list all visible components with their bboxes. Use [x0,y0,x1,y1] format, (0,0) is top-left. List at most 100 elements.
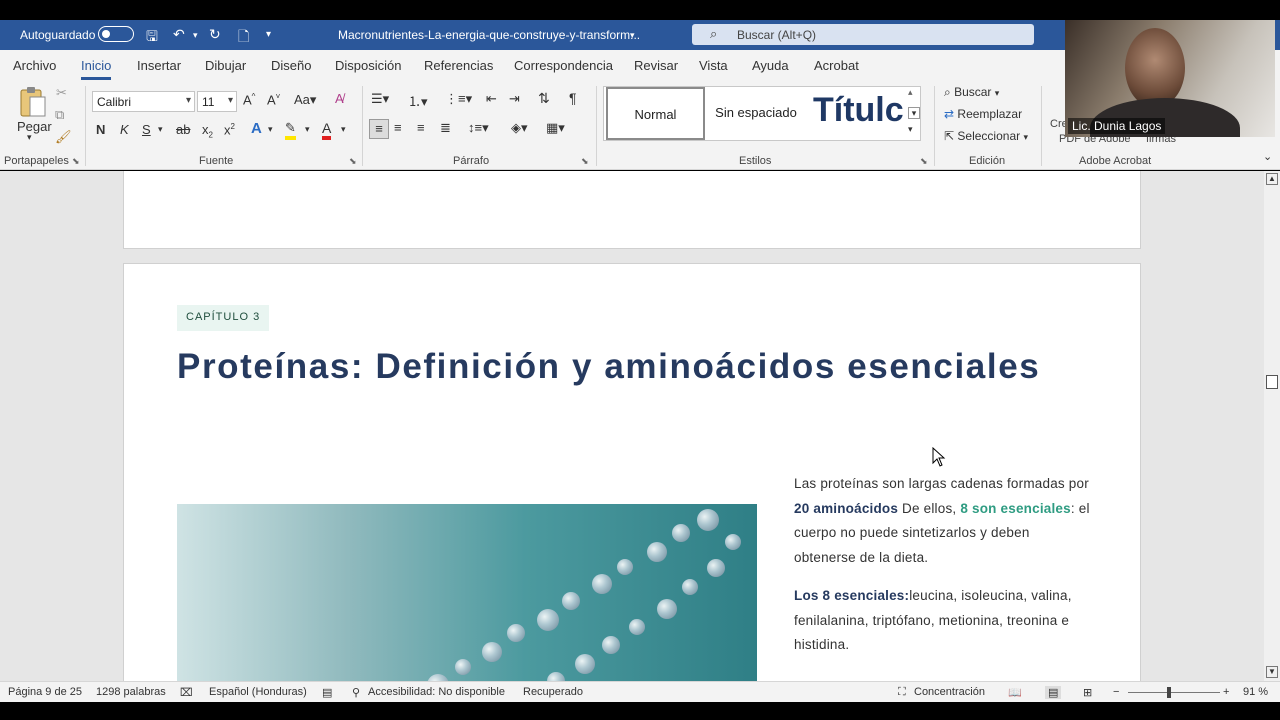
paste-dropdown-icon[interactable]: ▾ [27,132,32,143]
tab-dibujar[interactable]: Dibujar [205,58,246,73]
tab-inicio[interactable]: Inicio [81,58,112,80]
multilevel-list-icon[interactable]: ⋮≡▾ [445,91,472,107]
highlight-dropdown-icon[interactable]: ▾ [305,124,310,135]
focus-mode[interactable]: Concentración [914,686,985,698]
accessibility-status[interactable]: Accesibilidad: No disponible [368,686,505,698]
increase-indent-icon[interactable]: ⇥ [509,91,520,107]
zoom-in-icon[interactable]: + [1223,686,1229,698]
font-name-combo[interactable]: Calibri [92,91,195,112]
font-size-combo[interactable]: 11 [197,91,237,112]
track-changes-icon[interactable]: ▤ [322,686,332,699]
change-case-icon[interactable]: Aa▾ [294,92,316,108]
style-titulo[interactable]: Títulc [809,87,903,140]
chapter-heading[interactable]: Proteínas: Definición y aminoácidos esen… [177,344,1097,390]
body-text[interactable]: Las proteínas son largas cadenas formada… [794,472,1094,672]
video-call-overlay[interactable]: Lic. Dunia Lagos [1065,20,1275,137]
collapse-ribbon-icon[interactable]: ⌄ [1263,150,1272,163]
align-right-icon[interactable]: ≡ [417,120,425,135]
tab-insertar[interactable]: Insertar [137,58,181,73]
tab-diseno[interactable]: Diseño [271,58,311,73]
strikethrough-icon[interactable]: ab [176,122,190,137]
save-icon[interactable]: 🖫 [146,26,158,50]
autosave-toggle[interactable] [98,26,134,42]
tab-correspondencia[interactable]: Correspondencia [514,58,613,73]
web-layout-icon[interactable]: ⊞ [1083,686,1092,699]
bullets-icon[interactable]: ☰▾ [371,91,389,107]
proofing-icon[interactable]: ⌧ [180,686,193,699]
style-normal[interactable]: Normal [606,87,705,140]
search-box[interactable]: ⌕ Buscar (Alt+Q) [692,24,1034,45]
accessibility-icon[interactable]: ⚲ [352,686,360,699]
word-count[interactable]: 1298 palabras [96,686,166,698]
underline-dropdown-icon[interactable]: ▾ [158,124,163,135]
align-left-icon[interactable]: ≡ [369,119,389,139]
copy-icon[interactable]: ⧉ [55,107,64,123]
styles-launcher-icon[interactable]: ⬊ [920,156,928,167]
clear-formatting-icon[interactable]: A̸ [335,91,344,106]
tab-vista[interactable]: Vista [699,58,728,73]
grow-font-icon[interactable]: A^ [243,92,255,107]
tab-ayuda[interactable]: Ayuda [752,58,789,73]
tab-archivo[interactable]: Archivo [13,58,56,73]
text-effects-dropdown-icon[interactable]: ▾ [268,124,273,135]
styles-more-icon[interactable]: ▾ [908,124,913,135]
zoom-level[interactable]: 91 % [1243,686,1268,698]
find-button[interactable]: ⌕ Buscar ▾ [944,85,999,100]
dna-image[interactable] [177,504,757,681]
subscript-icon[interactable]: x2 [202,122,213,140]
vertical-scrollbar[interactable]: ▲ ▼ [1264,171,1280,681]
scroll-down-icon[interactable]: ▼ [1266,666,1278,678]
paste-button[interactable] [18,86,48,117]
numbering-icon[interactable]: ⒈▾ [408,91,428,110]
font-color-icon[interactable]: A [322,120,332,140]
scroll-thumb[interactable] [1266,375,1278,389]
zoom-slider-knob[interactable] [1167,687,1171,698]
text-effects-icon[interactable]: A [251,120,262,137]
shading-icon[interactable]: ◈▾ [511,120,528,136]
print-layout-icon[interactable]: ▤ [1045,686,1062,699]
styles-scroll-up-icon[interactable]: ▴ [908,87,913,98]
redo-icon[interactable]: ↻ [209,26,221,43]
page-count[interactable]: Página 9 de 25 [8,686,82,698]
read-mode-icon[interactable]: 📖 [1008,686,1022,699]
new-document-icon[interactable]: 🗋 [238,26,249,50]
bold-icon[interactable]: N [96,122,105,137]
tab-revisar[interactable]: Revisar [634,58,678,73]
zoom-slider[interactable] [1128,692,1220,693]
customize-toolbar-icon[interactable]: ▾ [266,29,271,40]
highlight-icon[interactable]: ✎ [285,120,296,140]
show-formatting-icon[interactable]: ¶ [569,90,577,106]
superscript-icon[interactable]: x2 [224,122,235,137]
font-launcher-icon[interactable]: ⬊ [349,156,357,167]
format-painter-icon[interactable]: 🖌 [55,129,72,145]
underline-icon[interactable]: S [142,122,151,137]
paste-label[interactable]: Pegar [17,119,52,134]
align-center-icon[interactable]: ≡ [394,120,402,135]
previous-page[interactable] [123,171,1141,249]
select-button[interactable]: ⇱ Seleccionar ▾ [944,129,1028,143]
language[interactable]: Español (Honduras) [209,686,307,698]
italic-icon[interactable]: K [120,122,129,137]
tab-acrobat[interactable]: Acrobat [814,58,859,73]
document-workspace[interactable]: CAPÍTULO 3 Proteínas: Definición y amino… [0,171,1264,681]
font-color-dropdown-icon[interactable]: ▾ [341,124,346,135]
undo-icon[interactable]: ↶ [173,26,185,43]
undo-dropdown-icon[interactable]: ▾ [193,30,198,41]
cut-icon[interactable]: ✂ [56,85,67,101]
zoom-out-icon[interactable]: − [1113,686,1119,698]
document-title[interactable]: Macronutrientes-La-energia-que-construye… [338,28,640,42]
clipboard-launcher-icon[interactable]: ⬊ [72,156,80,167]
borders-icon[interactable]: ▦▾ [546,120,565,136]
focus-icon[interactable]: ⛶ [898,686,906,699]
replace-button[interactable]: ⇄ Reemplazar [944,107,1022,121]
tab-referencias[interactable]: Referencias [424,58,493,73]
line-spacing-icon[interactable]: ↕≡▾ [468,120,489,136]
shrink-font-icon[interactable]: A˅ [267,92,280,107]
tab-disposicion[interactable]: Disposición [335,58,401,73]
paragraph-launcher-icon[interactable]: ⬊ [581,156,589,167]
decrease-indent-icon[interactable]: ⇤ [486,91,497,107]
sort-icon[interactable]: ⇅ [538,90,550,107]
justify-icon[interactable]: ≣ [440,120,451,136]
title-dropdown-icon[interactable]: ▾ [630,30,635,41]
style-sin-espaciado[interactable]: Sin espaciado [707,87,805,140]
